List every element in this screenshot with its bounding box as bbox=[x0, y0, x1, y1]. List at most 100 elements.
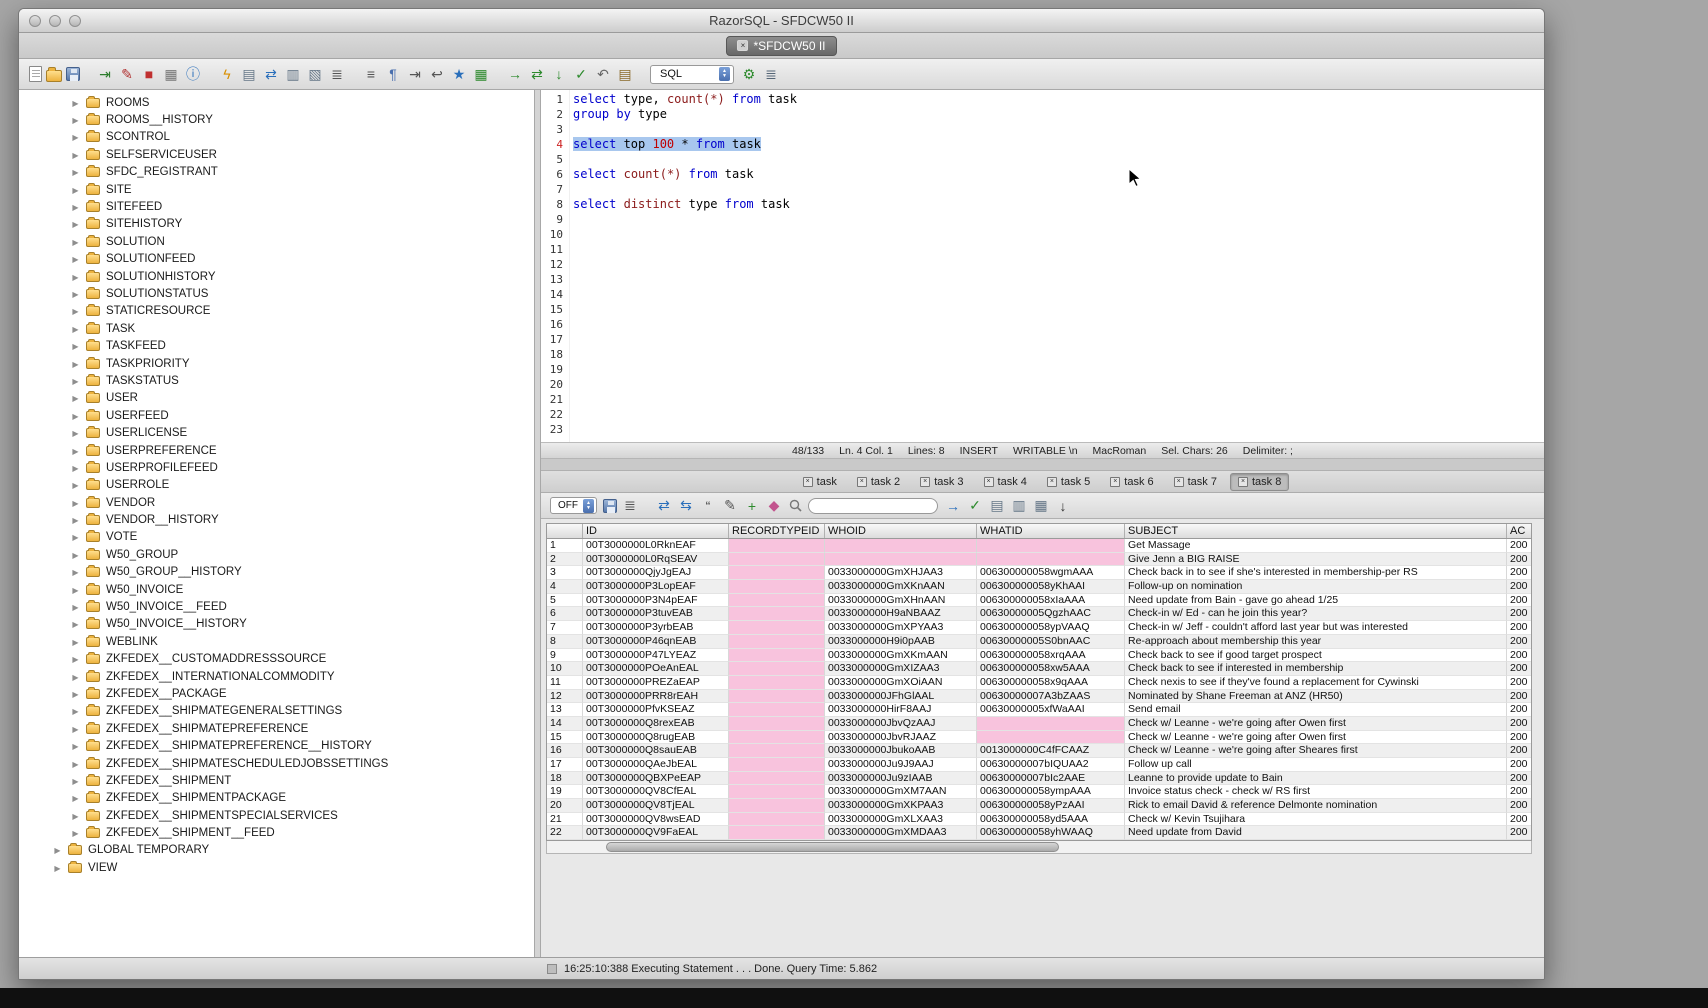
grid-cell[interactable]: 200 bbox=[1507, 662, 1532, 676]
code-line[interactable] bbox=[570, 422, 1544, 437]
row-number-cell[interactable]: 21 bbox=[547, 813, 583, 827]
save-file-icon[interactable] bbox=[66, 67, 80, 81]
document-tab[interactable]: *SFDCW50 II bbox=[726, 36, 836, 56]
grid-cell[interactable] bbox=[977, 553, 1125, 567]
transpose-icon[interactable]: ⇆ bbox=[677, 497, 695, 515]
tree-item[interactable]: W50_GROUP__HISTORY bbox=[19, 564, 534, 581]
tree-item[interactable]: SOLUTIONSTATUS bbox=[19, 285, 534, 302]
code-line[interactable] bbox=[570, 287, 1544, 302]
row-number-cell[interactable]: 1 bbox=[547, 539, 583, 553]
disclosure-triangle-icon[interactable] bbox=[71, 358, 80, 370]
grid-cell[interactable]: 0033000000GmXHJAA3 bbox=[825, 566, 977, 580]
paste-icon[interactable]: ▧ bbox=[306, 65, 324, 83]
tree-item[interactable]: ROOMS__HISTORY bbox=[19, 111, 534, 128]
close-tab-icon[interactable] bbox=[1047, 477, 1057, 487]
fetch-more-icon[interactable]: ↓ bbox=[550, 65, 568, 83]
disclosure-triangle-icon[interactable] bbox=[71, 218, 80, 230]
connect-db-icon[interactable]: ⇥ bbox=[96, 65, 114, 83]
tree-item[interactable]: SITEHISTORY bbox=[19, 216, 534, 233]
tree-item[interactable]: TASKSTATUS bbox=[19, 372, 534, 389]
close-tab-icon[interactable] bbox=[803, 477, 813, 487]
grid-cell[interactable] bbox=[729, 826, 825, 840]
grid-cell[interactable]: 200 bbox=[1507, 717, 1532, 731]
select-stepper-icon[interactable] bbox=[583, 499, 594, 513]
grid-cell[interactable]: Check back in to see if she's interested… bbox=[1125, 566, 1507, 580]
column-header[interactable]: WHOID bbox=[825, 524, 977, 538]
tree-item[interactable]: TASK bbox=[19, 320, 534, 337]
grid-hscrollbar[interactable] bbox=[546, 841, 1532, 854]
new-file-icon[interactable] bbox=[29, 66, 42, 82]
tree-item[interactable]: GLOBAL TEMPORARY bbox=[19, 842, 534, 859]
grid-cell[interactable]: 0033000000GmXLXAA3 bbox=[825, 813, 977, 827]
export-file-icon[interactable]: ▥ bbox=[1010, 497, 1028, 515]
copy-icon[interactable]: ▥ bbox=[284, 65, 302, 83]
grid-cell[interactable]: 006300000058xrqAAA bbox=[977, 649, 1125, 663]
disclosure-triangle-icon[interactable] bbox=[71, 514, 80, 526]
grid-cell[interactable]: 0033000000GmXMDAA3 bbox=[825, 826, 977, 840]
rollback-icon[interactable]: ↶ bbox=[594, 65, 612, 83]
row-number-cell[interactable]: 5 bbox=[547, 594, 583, 608]
history-icon[interactable]: ▤ bbox=[616, 65, 634, 83]
grid-cell[interactable] bbox=[729, 566, 825, 580]
tree-item[interactable]: W50_INVOICE__HISTORY bbox=[19, 616, 534, 633]
disclosure-triangle-icon[interactable] bbox=[71, 445, 80, 457]
tree-item[interactable]: SFDC_REGISTRANT bbox=[19, 164, 534, 181]
search-next-icon[interactable]: → bbox=[944, 497, 962, 515]
grid-cell[interactable]: 00T3000000L0RknEAF bbox=[583, 539, 729, 553]
sort-results-icon[interactable]: ≣ bbox=[621, 497, 639, 515]
disclosure-triangle-icon[interactable] bbox=[71, 375, 80, 387]
column-header[interactable]: SUBJECT bbox=[1125, 524, 1507, 538]
close-document-icon[interactable] bbox=[737, 40, 748, 51]
tree-item[interactable]: ZKFEDEX__SHIPMENT__FEED bbox=[19, 824, 534, 841]
grid-cell[interactable]: Rick to email David & reference Delmonte… bbox=[1125, 799, 1507, 813]
row-number-cell[interactable]: 2 bbox=[547, 553, 583, 567]
grid-cell[interactable]: Re-approach about membership this year bbox=[1125, 635, 1507, 649]
grid-cell[interactable]: 00T3000000L0RqSEAV bbox=[583, 553, 729, 567]
grid-cell[interactable]: 00T3000000P3tuvEAB bbox=[583, 607, 729, 621]
tree-item[interactable]: ZKFEDEX__SHIPMATEPREFERENCE bbox=[19, 720, 534, 737]
grid-cell[interactable]: 0033000000GmXPYAA3 bbox=[825, 621, 977, 635]
column-header[interactable]: RECORDTYPEID bbox=[729, 524, 825, 538]
results-search-input[interactable] bbox=[808, 498, 938, 514]
tree-item[interactable]: ZKFEDEX__PACKAGE bbox=[19, 685, 534, 702]
grid-cell[interactable] bbox=[729, 649, 825, 663]
grid-cell[interactable]: 006300000058yPzAAI bbox=[977, 799, 1125, 813]
grid-cell[interactable]: 00T3000000QBXPeEAP bbox=[583, 772, 729, 786]
code-line[interactable] bbox=[570, 317, 1544, 332]
result-tab[interactable]: task bbox=[796, 474, 844, 490]
select-stepper-icon[interactable] bbox=[719, 67, 730, 81]
tree-item[interactable]: USER bbox=[19, 390, 534, 407]
row-number-cell[interactable]: 15 bbox=[547, 731, 583, 745]
grid-cell[interactable]: 0033000000JbvRJAAZ bbox=[825, 731, 977, 745]
result-tab[interactable]: task 3 bbox=[913, 474, 970, 490]
go-icon[interactable]: → bbox=[506, 65, 524, 83]
disclosure-triangle-icon[interactable] bbox=[71, 636, 80, 648]
apply-icon[interactable]: ✓ bbox=[966, 497, 984, 515]
grid-cell[interactable]: 200 bbox=[1507, 607, 1532, 621]
disclosure-triangle-icon[interactable] bbox=[71, 549, 80, 561]
grid-cell[interactable]: 00T3000000QjyJgEAJ bbox=[583, 566, 729, 580]
favorites-icon[interactable]: ★ bbox=[450, 65, 468, 83]
tree-item[interactable]: ZKFEDEX__INTERNATIONALCOMMODITY bbox=[19, 668, 534, 685]
code-line[interactable] bbox=[570, 122, 1544, 137]
grid-cell[interactable] bbox=[729, 813, 825, 827]
disclosure-triangle-icon[interactable] bbox=[71, 653, 80, 665]
grid-cell[interactable]: 200 bbox=[1507, 799, 1532, 813]
grid-cell[interactable]: 0033000000GmXKnAAN bbox=[825, 580, 977, 594]
code-line[interactable] bbox=[570, 212, 1544, 227]
tree-item[interactable]: SCONTROL bbox=[19, 129, 534, 146]
execute-sql-icon[interactable]: ϟ bbox=[218, 65, 236, 83]
close-tab-icon[interactable] bbox=[1174, 477, 1184, 487]
disclosure-triangle-icon[interactable] bbox=[71, 810, 80, 822]
script-icon[interactable]: ▤ bbox=[240, 65, 258, 83]
tree-item[interactable]: SITE bbox=[19, 181, 534, 198]
result-tab[interactable]: task 7 bbox=[1167, 474, 1224, 490]
tree-item[interactable]: VENDOR__HISTORY bbox=[19, 511, 534, 528]
edit-cell-icon[interactable]: ✎ bbox=[721, 497, 739, 515]
grid-cell[interactable]: 200 bbox=[1507, 703, 1532, 717]
code-line[interactable] bbox=[570, 182, 1544, 197]
quotes-icon[interactable]: “ bbox=[699, 497, 717, 515]
disclosure-triangle-icon[interactable] bbox=[71, 827, 80, 839]
disclosure-triangle-icon[interactable] bbox=[71, 131, 80, 143]
preferences-icon[interactable]: ⚙ bbox=[740, 65, 758, 83]
